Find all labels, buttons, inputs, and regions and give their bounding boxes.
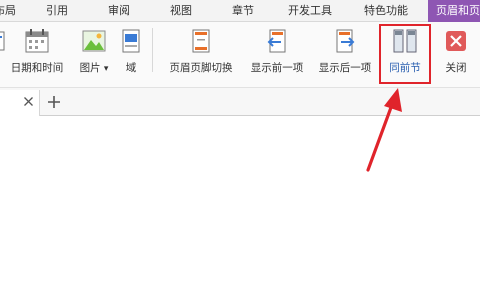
show-previous-button[interactable]: 显示前一项 bbox=[244, 28, 310, 75]
show-previous-icon bbox=[267, 29, 286, 53]
date-time-button[interactable]: 日期和时间 bbox=[6, 28, 68, 75]
menu-layout[interactable]: 布局 bbox=[0, 0, 16, 22]
show-previous-label: 显示前一项 bbox=[250, 62, 304, 74]
field-icon bbox=[122, 29, 140, 53]
menu-features[interactable]: 特色功能 bbox=[364, 0, 408, 22]
picture-icon bbox=[82, 30, 106, 52]
document-tab[interactable] bbox=[0, 90, 40, 116]
show-next-icon bbox=[336, 29, 355, 53]
menu-header-footer[interactable]: 页眉和页 bbox=[428, 0, 480, 22]
dropdown-arrow-icon[interactable]: ▾ bbox=[104, 64, 109, 74]
highlight-box bbox=[379, 24, 431, 84]
header-footer-switch-icon bbox=[192, 29, 210, 53]
picture-button[interactable]: 图片 ▾ bbox=[74, 28, 114, 75]
annotation-arrow-icon bbox=[366, 88, 402, 172]
tab-close-icon[interactable] bbox=[23, 96, 34, 107]
show-next-button[interactable]: 显示后一项 bbox=[314, 28, 376, 75]
show-next-label: 显示后一项 bbox=[318, 62, 372, 74]
date-time-label: 日期和时间 bbox=[10, 62, 64, 74]
close-label: 关闭 bbox=[445, 62, 467, 74]
menu-review[interactable]: 审阅 bbox=[108, 0, 130, 22]
close-header-footer-button[interactable]: 关闭 bbox=[440, 28, 472, 75]
picture-label: 图片 ▾ bbox=[79, 62, 109, 74]
field-button[interactable]: 域 bbox=[118, 28, 144, 75]
menu-references[interactable]: 引用 bbox=[46, 0, 68, 22]
menu-bar: 布局 引用 审阅 视图 章节 开发工具 特色功能 页眉和页 bbox=[0, 0, 480, 22]
calendar-icon bbox=[25, 29, 49, 53]
field-label: 域 bbox=[125, 62, 137, 74]
new-tab-icon[interactable] bbox=[47, 95, 61, 109]
menu-chapter[interactable]: 章节 bbox=[232, 0, 254, 22]
ribbon-divider bbox=[152, 28, 153, 72]
menu-developer[interactable]: 开发工具 bbox=[288, 0, 332, 22]
menu-view[interactable]: 视图 bbox=[170, 0, 192, 22]
switch-header-footer-button[interactable]: 页眉页脚切换 bbox=[162, 28, 240, 75]
close-icon bbox=[446, 31, 466, 51]
switch-header-footer-label: 页眉页脚切换 bbox=[169, 62, 233, 74]
